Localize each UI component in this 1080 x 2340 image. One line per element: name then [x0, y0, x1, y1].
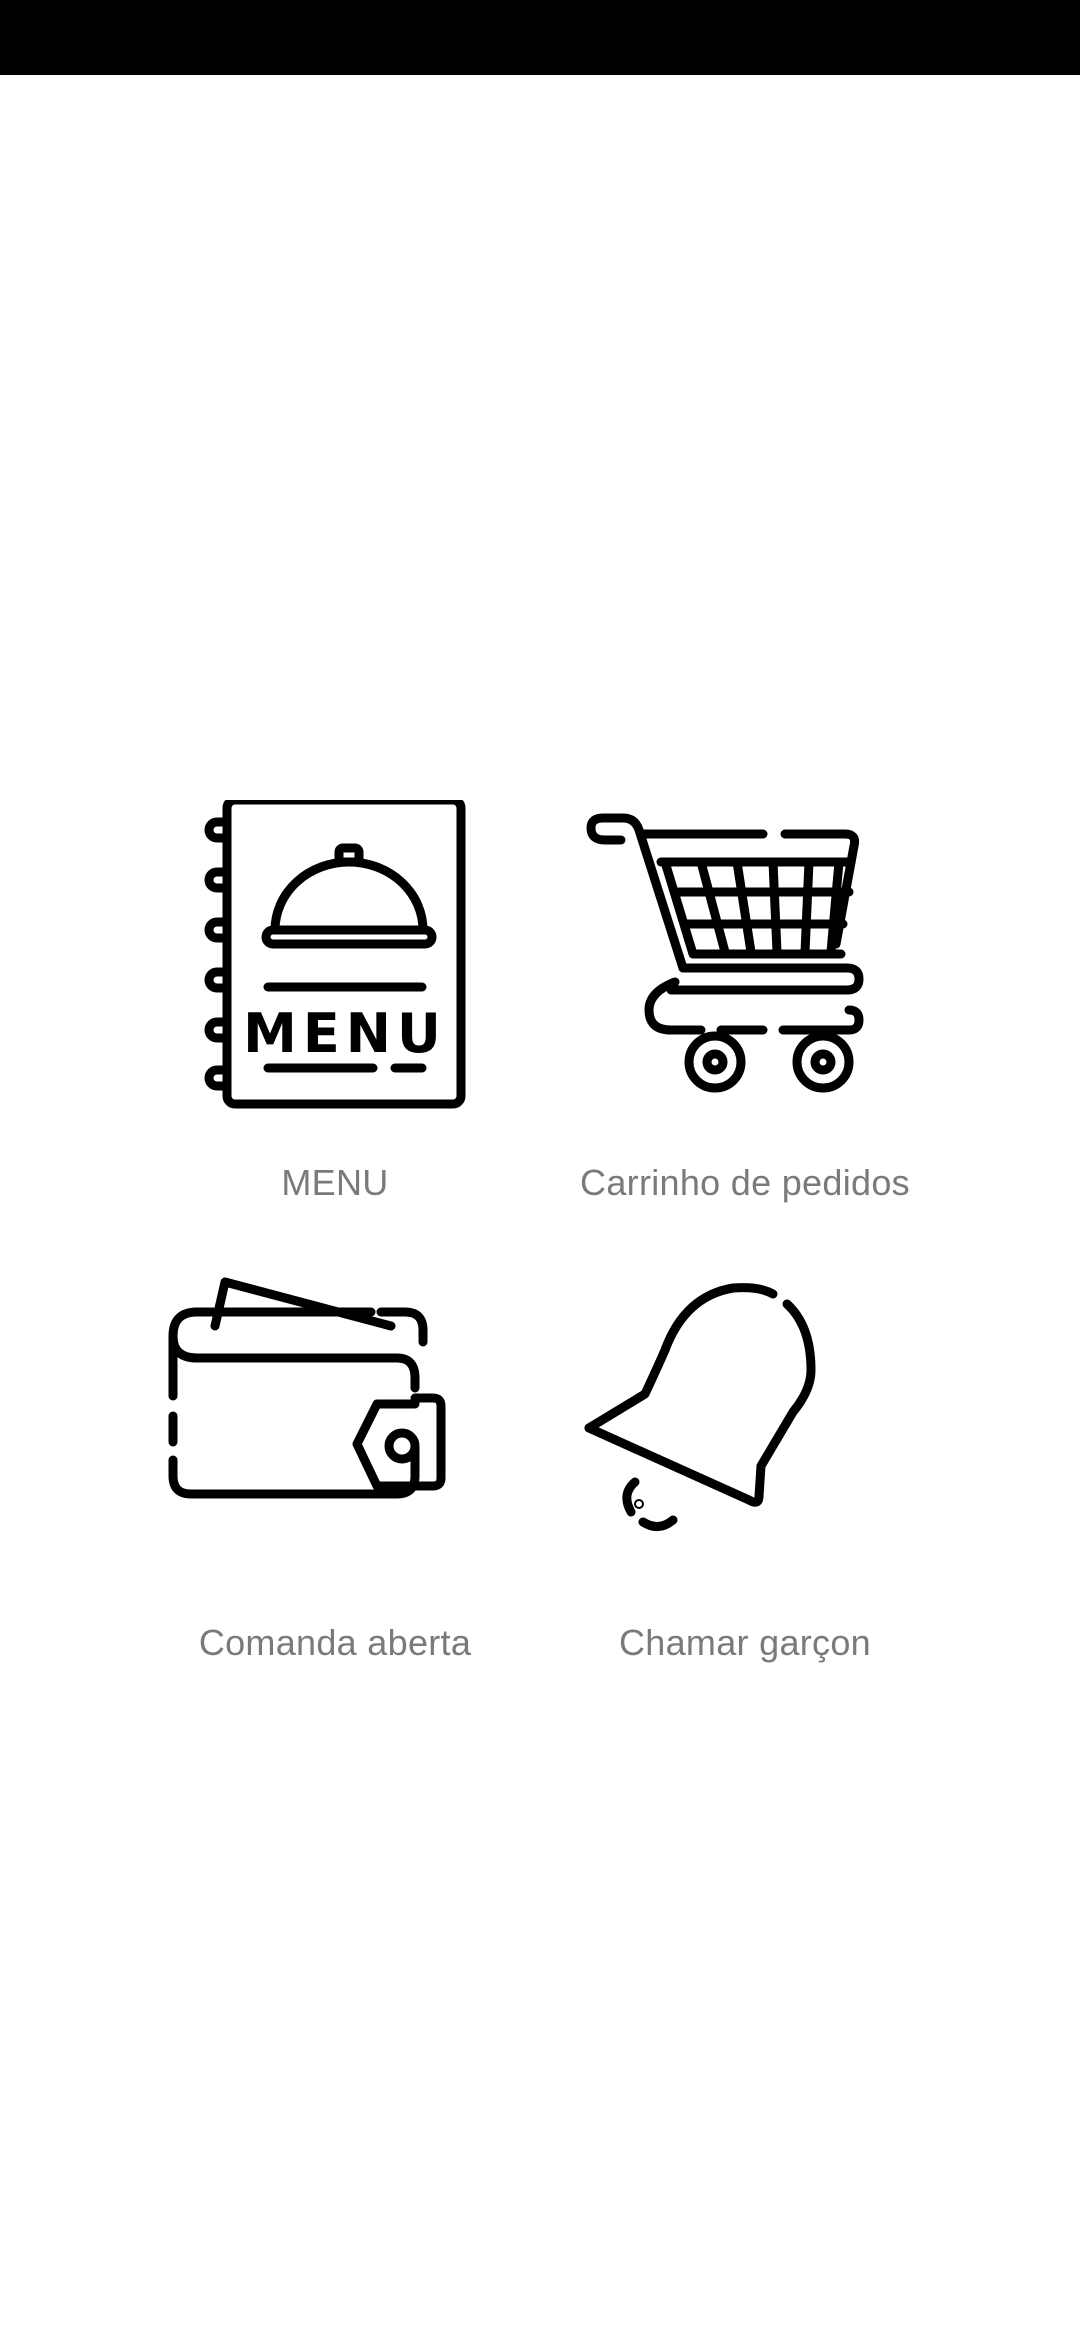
wallet-button[interactable]: Comanda aberta	[115, 1260, 555, 1700]
call-waiter-button[interactable]: Chamar garçon	[525, 1260, 965, 1700]
menu-icon-text: MENU	[243, 1002, 447, 1065]
status-bar	[0, 0, 1080, 75]
bell-icon	[584, 1283, 816, 1531]
menu-button[interactable]: MENU MENU	[115, 800, 555, 1240]
wallet-label: Comanda aberta	[198, 1622, 472, 1663]
menu-label: MENU	[281, 1162, 389, 1203]
cart-label: Carrinho de pedidos	[580, 1162, 910, 1203]
menu-book-icon: MENU	[204, 800, 466, 1109]
cart-button[interactable]: Carrinho de pedidos	[525, 800, 965, 1240]
shopping-cart-icon	[586, 813, 864, 1093]
bell-label: Chamar garçon	[618, 1622, 871, 1663]
wallet-icon	[168, 1277, 446, 1499]
